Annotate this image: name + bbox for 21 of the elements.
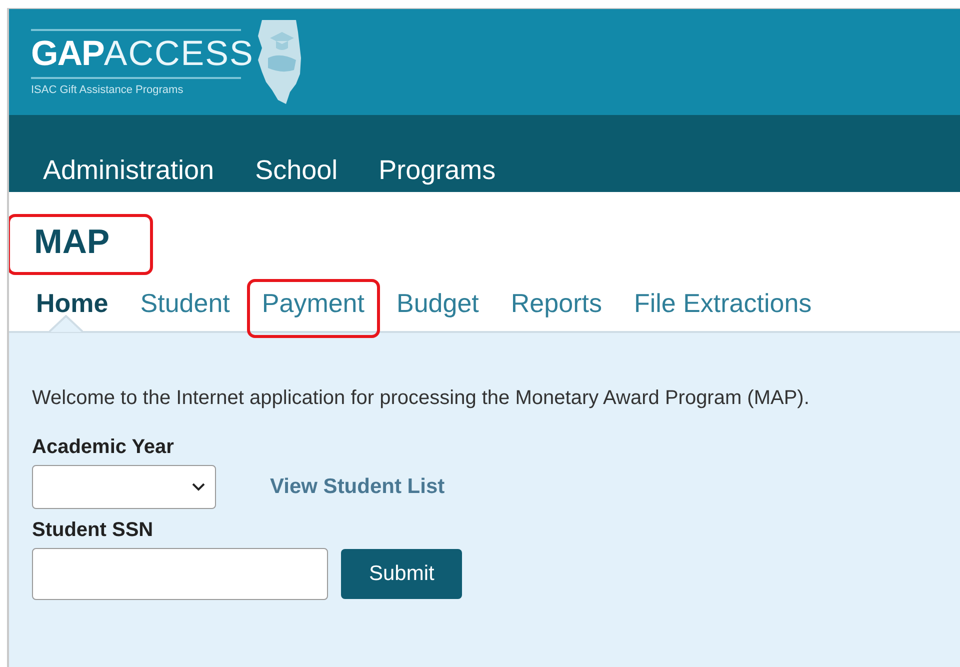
field-label: Student SSN — [32, 519, 154, 542]
field-label: Academic Year — [32, 436, 175, 459]
tab[interactable]: Payment — [246, 279, 380, 338]
tab[interactable]: Student — [125, 279, 245, 338]
welcome-text: Welcome to the Internet application for processing the Monetary Award Program (MAP). — [32, 387, 810, 410]
chevron-down-icon — [192, 483, 205, 491]
tab[interactable]: Home — [21, 279, 124, 338]
tab[interactable]: Budget — [382, 279, 494, 338]
state-map-icon — [256, 18, 304, 106]
logo-wordmark: GAPACCESS — [31, 36, 254, 72]
logo-tagline: ISAC Gift Assistance Programs — [31, 84, 184, 96]
page-title: MAP — [9, 214, 153, 275]
tab[interactable]: File Extractions — [618, 279, 827, 338]
submit-button[interactable]: Submit — [341, 549, 462, 599]
ssn-input[interactable] — [32, 548, 328, 600]
academic-year-select[interactable] — [32, 465, 216, 509]
nav-link[interactable]: Administration — [43, 155, 214, 186]
view-student-list-link[interactable]: View Student List — [270, 475, 445, 499]
nav-link[interactable]: School — [255, 155, 338, 186]
tab[interactable]: Reports — [496, 279, 617, 338]
nav-link[interactable]: Programs — [378, 155, 496, 186]
